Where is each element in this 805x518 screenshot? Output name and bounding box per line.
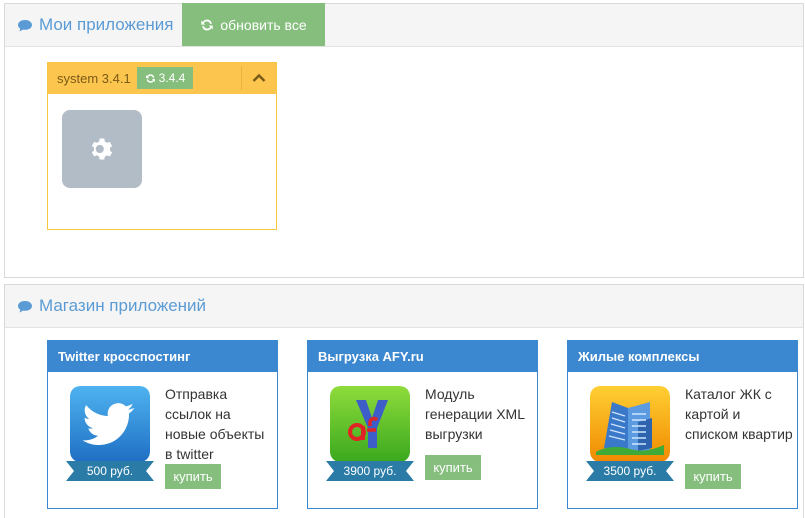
comment-icon	[18, 19, 32, 31]
store-item-description: Отправка ссылок на новые объекты в twitt…	[165, 386, 265, 462]
store-item-description: Каталог ЖК с картой и списком квартир	[685, 386, 793, 442]
gear-icon	[91, 138, 113, 160]
my-apps-title: Мои приложения	[17, 4, 173, 46]
header-divider	[241, 66, 242, 90]
price-tag: 3500 руб.	[586, 461, 674, 481]
store-title-text: Магазин приложений	[39, 296, 207, 315]
my-apps-title-text: Мои приложения	[39, 15, 174, 34]
store-item-title: Жилые комплексы	[568, 341, 797, 372]
refresh-icon	[201, 19, 214, 30]
store-item-title: Twitter кросспостинг	[48, 341, 277, 372]
price-tag: 500 руб.	[66, 461, 154, 481]
store-header: Магазин приложений	[5, 285, 803, 328]
buy-button[interactable]: купить	[165, 464, 221, 489]
store-item-title: Выгрузка AFY.ru	[308, 341, 537, 372]
refresh-icon	[145, 73, 155, 83]
buy-button[interactable]: купить	[425, 455, 481, 480]
chevron-up-icon[interactable]	[251, 70, 267, 86]
store-item-twitter: Twitter кросспостинг 500 руб. Отправка с…	[47, 340, 278, 509]
twitter-bird-icon[interactable]	[70, 386, 150, 462]
app-card-system: system 3.4.1 3.4.4	[47, 62, 277, 230]
buy-button[interactable]: купить	[685, 464, 741, 489]
store-panel: Магазин приложений Twitter кросспостинг …	[4, 284, 804, 518]
store-item-afy: Выгрузка AFY.ru 3900 руб. Модуль генерац…	[307, 340, 538, 509]
update-all-button[interactable]: обновить все	[182, 3, 325, 46]
update-all-label: обновить все	[220, 16, 307, 33]
buildings-icon[interactable]	[590, 386, 670, 462]
app-card-header: system 3.4.1 3.4.4	[48, 63, 276, 94]
app-icon-system[interactable]	[62, 110, 142, 188]
update-version-button[interactable]: 3.4.4	[137, 67, 193, 89]
store-item-residential: Жилые комплексы 3500 руб. Каталог ЖК с к…	[567, 340, 798, 509]
app-name: system 3.4.1	[57, 71, 131, 86]
store-title: Магазин приложений	[17, 285, 206, 327]
my-apps-panel: Мои приложения обновить все system 3.4.1…	[4, 3, 804, 278]
my-apps-header: Мои приложения обновить все	[5, 3, 803, 47]
comment-icon	[18, 300, 32, 312]
afy-logo-icon[interactable]	[330, 386, 410, 462]
update-version-label: 3.4.4	[158, 71, 186, 85]
price-tag: 3900 руб.	[326, 461, 414, 481]
store-item-description: Модуль генерации XML выгрузки	[425, 386, 525, 442]
